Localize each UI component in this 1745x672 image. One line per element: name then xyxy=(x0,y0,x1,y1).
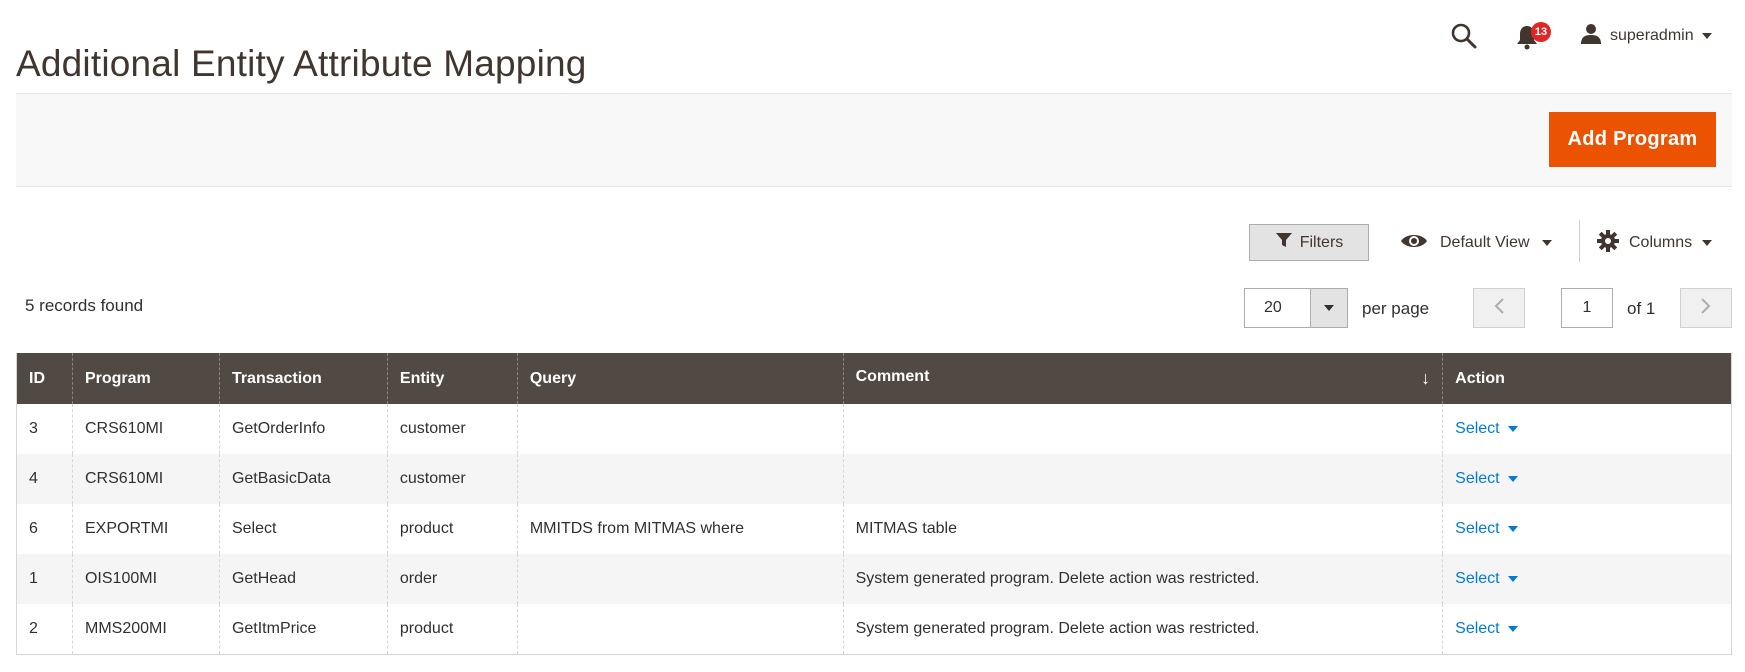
column-header-action: Action xyxy=(1442,353,1732,404)
cell-transaction: GetOrderInfo xyxy=(218,404,388,454)
columns-dropdown[interactable]: Columns xyxy=(1597,228,1713,258)
cell-query: MMITDS from MITMAS where xyxy=(516,504,844,554)
cell-query xyxy=(516,404,844,454)
user-menu[interactable]: superadmin xyxy=(1580,22,1712,50)
select-label: Select xyxy=(1455,520,1500,537)
default-view-label: Default View xyxy=(1440,234,1530,251)
select-label: Select xyxy=(1455,619,1500,637)
filters-button[interactable]: Filters xyxy=(1249,224,1369,261)
cell-program: CRS610MI xyxy=(71,404,220,454)
per-page-toggle[interactable] xyxy=(1310,289,1347,327)
cell-program: CRS610MI xyxy=(71,454,220,504)
chevron-left-icon xyxy=(1493,297,1505,320)
row-action-select[interactable]: Select xyxy=(1455,619,1518,638)
filters-label: Filters xyxy=(1299,233,1344,251)
cell-action: Select xyxy=(1442,554,1732,604)
cell-entity: customer xyxy=(386,404,518,454)
chevron-down-icon xyxy=(1507,426,1518,432)
per-page-value: 20 xyxy=(1264,299,1282,316)
page-title: Additional Entity Attribute Mapping xyxy=(16,42,587,84)
cell-transaction: GetHead xyxy=(218,554,388,604)
per-page-label: per page xyxy=(1362,299,1430,318)
column-header-transaction[interactable]: Transaction xyxy=(218,353,388,404)
cell-transaction: GetItmPrice xyxy=(218,604,388,654)
cell-program: MMS200MI xyxy=(71,604,220,654)
column-header-program[interactable]: Program xyxy=(71,353,220,404)
pager-next-button[interactable] xyxy=(1680,288,1732,328)
cell-query xyxy=(516,454,844,504)
filter-icon xyxy=(1275,231,1293,254)
chevron-down-icon xyxy=(1701,33,1712,39)
user-name: superadmin xyxy=(1610,27,1694,44)
add-program-button[interactable]: Add Program xyxy=(1549,112,1716,167)
column-header-id[interactable]: ID xyxy=(16,353,73,404)
table-row: 2 MMS200MI GetItmPrice product System ge… xyxy=(16,604,1732,654)
column-header-comment[interactable]: Comment ↓ xyxy=(842,353,1443,404)
table-row: 1 OIS100MI GetHead order System generate… xyxy=(16,554,1732,604)
cell-id: 1 xyxy=(16,554,73,604)
cell-id: 4 xyxy=(16,454,73,504)
cell-entity: order xyxy=(386,554,518,604)
cell-id: 6 xyxy=(16,504,73,554)
cell-action: Select xyxy=(1442,504,1732,554)
cell-transaction: Select xyxy=(218,504,388,554)
grid-header-row: ID Program Transaction Entity Query Comm… xyxy=(16,353,1732,404)
cell-program: EXPORTMI xyxy=(71,504,220,554)
column-header-query[interactable]: Query xyxy=(516,353,844,404)
table-row: 6 EXPORTMI Select product MMITDS from MI… xyxy=(16,504,1732,554)
cell-program: OIS100MI xyxy=(71,554,220,604)
page-actions-bar: Add Program xyxy=(16,94,1732,187)
cell-entity: product xyxy=(386,604,518,654)
cell-comment xyxy=(842,404,1443,454)
cell-id: 3 xyxy=(16,404,73,454)
cell-transaction: GetBasicData xyxy=(218,454,388,504)
toolbar-divider xyxy=(1579,220,1580,262)
search-icon[interactable] xyxy=(1450,22,1478,50)
cell-entity: product xyxy=(386,504,518,554)
total-pages-label: of 1 xyxy=(1627,299,1656,318)
column-header-entity[interactable]: Entity xyxy=(386,353,518,404)
chevron-down-icon xyxy=(1541,240,1552,246)
notifications-badge[interactable]: 13 xyxy=(1531,22,1551,42)
cell-id: 2 xyxy=(16,604,73,654)
cell-comment: MITMAS table xyxy=(842,504,1443,554)
chevron-down-icon xyxy=(1702,240,1713,246)
eye-icon xyxy=(1400,232,1428,255)
cell-entity: customer xyxy=(386,454,518,504)
cell-action: Select xyxy=(1442,404,1732,454)
chevron-down-icon xyxy=(1324,305,1334,311)
cell-comment xyxy=(842,454,1443,504)
select-label: Select xyxy=(1455,470,1500,487)
current-page-input[interactable] xyxy=(1561,288,1613,328)
select-label: Select xyxy=(1455,570,1500,587)
column-header-comment-label: Comment xyxy=(855,368,930,385)
row-action-select[interactable]: Select xyxy=(1455,420,1518,438)
cell-action: Select xyxy=(1442,454,1732,504)
per-page-select[interactable]: 20 xyxy=(1244,288,1348,328)
row-action-select[interactable]: Select xyxy=(1455,570,1518,588)
chevron-down-icon xyxy=(1507,625,1518,632)
mapping-grid: ID Program Transaction Entity Query Comm… xyxy=(16,353,1732,655)
cell-query xyxy=(516,554,844,604)
select-label: Select xyxy=(1455,420,1500,437)
cell-comment: System generated program. Delete action … xyxy=(842,554,1443,604)
cell-query xyxy=(516,604,844,654)
table-row: 3 CRS610MI GetOrderInfo customer Select xyxy=(16,404,1732,454)
chevron-down-icon xyxy=(1507,526,1518,532)
row-action-select[interactable]: Select xyxy=(1455,520,1518,538)
chevron-right-icon xyxy=(1700,297,1712,320)
user-icon xyxy=(1580,23,1602,50)
cell-action: Select xyxy=(1442,604,1732,654)
records-count: 5 records found xyxy=(25,296,144,315)
default-view-dropdown[interactable]: Default View xyxy=(1400,228,1552,258)
gear-icon xyxy=(1597,229,1619,257)
sort-arrow-icon: ↓ xyxy=(1421,368,1431,388)
row-action-select[interactable]: Select xyxy=(1455,470,1518,488)
cell-comment: System generated program. Delete action … xyxy=(842,604,1443,654)
pager-prev-button[interactable] xyxy=(1473,288,1525,328)
table-row: 4 CRS610MI GetBasicData customer Select xyxy=(16,454,1732,504)
chevron-down-icon xyxy=(1507,476,1518,482)
chevron-down-icon xyxy=(1507,576,1518,582)
columns-label: Columns xyxy=(1629,234,1693,251)
